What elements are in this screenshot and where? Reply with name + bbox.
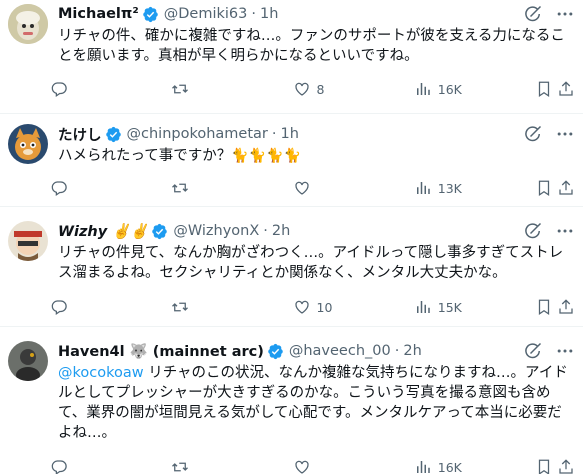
reply-button[interactable] xyxy=(50,458,120,474)
grok-icon[interactable] xyxy=(523,221,543,241)
separator-dot: · xyxy=(251,6,256,22)
handle[interactable]: @chinpokohametar xyxy=(127,126,268,142)
bookmark-icon[interactable] xyxy=(535,80,553,98)
retweet-icon xyxy=(171,179,189,197)
view-count: 16K xyxy=(437,459,462,474)
like-button[interactable]: 8 xyxy=(293,80,363,98)
timestamp[interactable]: 2h xyxy=(272,223,290,239)
like-count: 8 xyxy=(316,81,325,97)
handle[interactable]: @haveech_00 xyxy=(289,343,391,359)
more-icon[interactable] xyxy=(555,4,575,24)
like-count: 10 xyxy=(316,299,333,315)
views-icon xyxy=(414,458,432,474)
views-button[interactable]: 15K xyxy=(414,298,484,316)
like-button[interactable] xyxy=(293,179,363,197)
reply-icon xyxy=(50,298,68,316)
retweet-icon xyxy=(171,80,189,98)
mention-link[interactable]: @kocokoaw xyxy=(58,365,144,381)
verified-badge-icon xyxy=(142,6,159,23)
like-icon xyxy=(293,80,311,98)
separator-dot: · xyxy=(394,343,400,359)
tweet-text-container: @kocokoaw リチャのこの状況、なんか複雑な気持ちになりますね…。アイドル… xyxy=(58,363,570,443)
views-button[interactable]: 16K xyxy=(414,458,484,474)
share-icon[interactable] xyxy=(557,179,575,197)
retweet-button[interactable] xyxy=(171,80,241,98)
timestamp[interactable]: 2h xyxy=(403,343,421,359)
tweet-text: リチャの件、確かに複雑ですね…。ファンのサポートが彼を支える力になることを願いま… xyxy=(58,28,565,64)
view-count: 13K xyxy=(437,180,462,196)
like-icon xyxy=(293,298,311,316)
tweet[interactable]: Michaelπ² @Demiki63 · 1h リチャの件、確かに複雑ですね…… xyxy=(0,0,583,114)
retweet-icon xyxy=(171,298,189,316)
views-button[interactable]: 16K xyxy=(414,80,484,98)
grok-icon[interactable] xyxy=(523,124,543,144)
verified-badge-icon xyxy=(151,223,168,240)
reply-icon xyxy=(50,80,68,98)
display-name[interactable]: Michaelπ² xyxy=(58,6,139,22)
display-name[interactable]: たけし xyxy=(58,124,102,145)
more-icon[interactable] xyxy=(555,124,575,144)
handle[interactable]: @Demiki63 xyxy=(164,6,248,22)
avatar[interactable] xyxy=(8,341,48,381)
share-icon[interactable] xyxy=(557,80,575,98)
avatar[interactable] xyxy=(8,4,48,44)
character-avatar-image xyxy=(8,221,48,261)
reply-button[interactable] xyxy=(50,298,120,316)
more-icon[interactable] xyxy=(555,341,575,361)
figure-avatar-image xyxy=(8,341,48,381)
bookmark-icon[interactable] xyxy=(535,179,553,197)
share-icon[interactable] xyxy=(557,298,575,316)
retweet-button[interactable] xyxy=(171,298,241,316)
retweet-button[interactable] xyxy=(171,179,241,197)
tweet-text: リチャの件見て、なんか胸がざわつく…。アイドルって隠し事多すぎてストレス溜まるよ… xyxy=(58,245,564,281)
timestamp[interactable]: 1h xyxy=(260,6,278,22)
like-button[interactable] xyxy=(293,458,363,474)
separator-dot: · xyxy=(263,223,268,239)
verified-badge-icon xyxy=(105,126,122,143)
display-name[interactable]: 𝙒𝙞𝙯𝙝𝙮 ✌️✌️ xyxy=(58,223,148,240)
like-button[interactable]: 10 xyxy=(293,298,363,316)
cat-avatar-image xyxy=(8,124,48,164)
views-button[interactable]: 13K xyxy=(414,179,484,197)
tweet-text: ハメられたって事ですか？ xyxy=(58,148,232,164)
action-bar: 13K xyxy=(50,178,575,198)
like-icon xyxy=(293,179,311,197)
action-bar: 16K xyxy=(50,457,575,474)
views-icon xyxy=(414,179,432,197)
retweet-icon xyxy=(171,458,189,474)
view-count: 15K xyxy=(437,299,462,315)
tweet-text-container: ハメられたって事ですか？🐈🐈🐈🐈 xyxy=(58,146,570,166)
views-icon xyxy=(414,298,432,316)
bookmark-icon[interactable] xyxy=(535,298,553,316)
reply-icon xyxy=(50,458,68,474)
more-icon[interactable] xyxy=(555,221,575,241)
avatar[interactable] xyxy=(8,124,48,164)
grok-icon[interactable] xyxy=(523,4,543,24)
share-icon[interactable] xyxy=(557,458,575,474)
handle[interactable]: @WizhyonX xyxy=(173,223,259,239)
view-count: 16K xyxy=(437,81,462,97)
grok-icon[interactable] xyxy=(523,341,543,361)
separator-dot: · xyxy=(271,126,277,142)
reply-button[interactable] xyxy=(50,80,120,98)
tweet[interactable]: 𝙒𝙞𝙯𝙝𝙮 ✌️✌️ @WizhyonX · 2h リチャの件見て、なんか胸がざ… xyxy=(0,207,583,326)
views-icon xyxy=(414,80,432,98)
verified-badge-icon xyxy=(267,343,284,360)
tweet[interactable]: たけし @chinpokohametar · 1h ハメられたって事ですか？🐈🐈… xyxy=(0,114,583,206)
reply-icon xyxy=(50,179,68,197)
reply-button[interactable] xyxy=(50,179,120,197)
timestamp[interactable]: 1h xyxy=(280,126,298,142)
retweet-button[interactable] xyxy=(171,458,241,474)
bookmark-icon[interactable] xyxy=(535,458,553,474)
like-icon xyxy=(293,458,311,474)
ape-avatar-image xyxy=(8,4,48,44)
display-name[interactable]: Haven4l 🐺 (mainnet arc) xyxy=(58,343,264,360)
action-bar: 10 15K xyxy=(50,297,575,317)
avatar[interactable] xyxy=(8,221,48,261)
tweet[interactable]: Haven4l 🐺 (mainnet arc) @haveech_00 · 2h… xyxy=(0,327,583,474)
action-bar: 8 16K xyxy=(50,79,575,99)
cat-emoji: 🐈🐈🐈🐈 xyxy=(231,148,302,164)
